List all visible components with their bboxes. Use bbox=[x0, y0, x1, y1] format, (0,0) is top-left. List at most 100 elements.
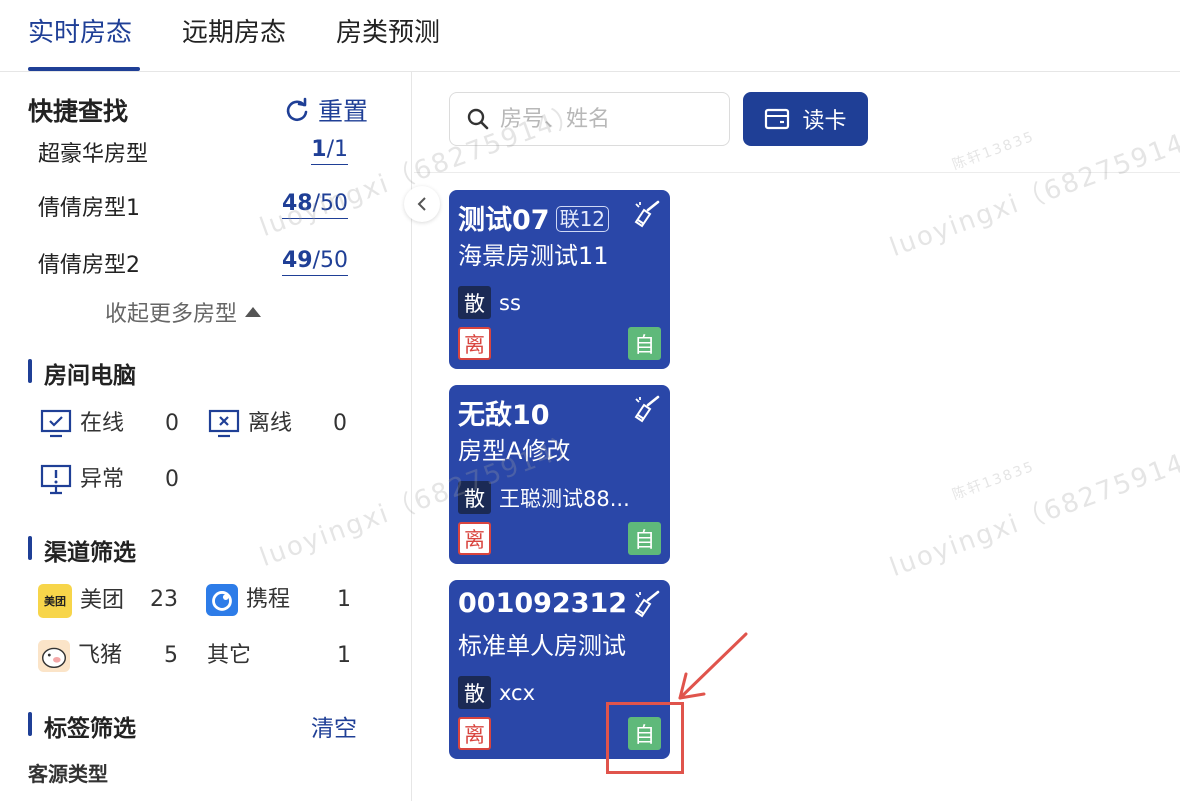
guest-name: xcx bbox=[499, 680, 536, 705]
guest-name: ss bbox=[499, 290, 521, 315]
offline-filter[interactable]: 离线 0 bbox=[208, 408, 347, 440]
abnormal-filter[interactable]: 异常 0 bbox=[40, 464, 179, 496]
room-type-name: 超豪华房型 bbox=[38, 142, 149, 167]
chevron-left-icon bbox=[417, 197, 426, 211]
room-type-name: 标准单人房测试 bbox=[458, 632, 626, 660]
channel-ctrip[interactable]: 携程 1 bbox=[206, 584, 351, 616]
watermark: 陈轩13835 bbox=[950, 458, 1038, 504]
guest-type-badge: 散 bbox=[458, 286, 491, 319]
departure-badge: 离 bbox=[458, 522, 491, 555]
quick-search-title: 快捷查找 bbox=[28, 97, 129, 126]
broom-clean-icon bbox=[634, 590, 660, 618]
clear-tags-button[interactable]: 清空 bbox=[311, 709, 357, 743]
room-type-count[interactable]: 48/50 bbox=[281, 190, 348, 219]
other-label: 其它 bbox=[207, 643, 252, 668]
self-service-badge: 自 bbox=[628, 522, 661, 555]
channel-fliggy[interactable]: 飞猪 5 bbox=[38, 640, 178, 672]
refresh-icon bbox=[286, 97, 308, 122]
search-icon bbox=[467, 108, 489, 130]
room-number: 测试07 bbox=[458, 205, 550, 236]
collapse-sidebar-button[interactable] bbox=[404, 186, 440, 222]
available-count: 1 bbox=[311, 137, 327, 162]
tag-section-title: 标签筛选 bbox=[28, 709, 136, 743]
room-type-name: 倩倩房型2 bbox=[38, 253, 140, 278]
collapse-label: 收起更多房型 bbox=[105, 302, 238, 327]
guest-type-badge: 散 bbox=[458, 676, 491, 709]
read-card-button[interactable]: 读卡 bbox=[743, 92, 868, 146]
active-tab-indicator bbox=[28, 67, 140, 71]
annotation-highlight-box bbox=[606, 702, 684, 774]
channel-other[interactable]: 其它 1 bbox=[207, 640, 351, 672]
offline-label: 离线 bbox=[248, 411, 293, 436]
meituan-count: 23 bbox=[150, 587, 178, 612]
tab-future-room-status[interactable]: 远期房态 bbox=[182, 12, 286, 49]
top-tab-bar: 实时房态 远期房态 房类预测 bbox=[0, 0, 1180, 72]
room-type-row[interactable]: 倩倩房型2 49/50 bbox=[38, 247, 358, 279]
watermark: luoyingxi（68275914） bbox=[885, 438, 1180, 584]
total-count: /1 bbox=[326, 137, 348, 162]
total-count: /50 bbox=[312, 248, 348, 273]
channel-meituan[interactable]: 美团 美团 23 bbox=[38, 584, 178, 618]
total-count: /50 bbox=[312, 191, 348, 216]
watermark: 陈轩13835 bbox=[950, 128, 1038, 174]
offline-count: 0 bbox=[333, 411, 347, 436]
room-type-name: 海景房测试11 bbox=[458, 242, 609, 270]
abnormal-count: 0 bbox=[165, 467, 179, 492]
room-number-line: 测试07 联12 bbox=[458, 198, 610, 237]
monitor-check-icon bbox=[40, 409, 72, 438]
sidebar: 快捷查找 重置 超豪华房型 1/1 倩倩房型1 48/50 倩倩房型2 49/5… bbox=[0, 72, 412, 801]
monitor-x-icon bbox=[208, 409, 240, 438]
linked-room-tag: 联12 bbox=[555, 206, 610, 232]
search-box[interactable] bbox=[449, 92, 730, 146]
broom-clean-icon bbox=[634, 395, 660, 423]
guest-type-badge: 散 bbox=[458, 481, 491, 514]
departure-badge: 离 bbox=[458, 717, 491, 750]
channel-section-title: 渠道筛选 bbox=[28, 533, 136, 567]
room-type-row[interactable]: 倩倩房型1 48/50 bbox=[38, 190, 358, 222]
ctrip-count: 1 bbox=[337, 587, 351, 612]
read-card-label: 读卡 bbox=[802, 109, 847, 134]
tab-room-type-forecast[interactable]: 房类预测 bbox=[336, 12, 440, 49]
guest-source-label: 客源类型 bbox=[28, 762, 108, 786]
tab-realtime-room-status[interactable]: 实时房态 bbox=[28, 12, 132, 49]
search-input[interactable] bbox=[500, 106, 710, 132]
card-icon bbox=[765, 108, 790, 130]
reset-button[interactable]: 重置 bbox=[284, 92, 368, 128]
fliggy-count: 5 bbox=[164, 643, 178, 668]
room-number: 001092312 bbox=[458, 588, 628, 619]
departure-badge: 离 bbox=[458, 327, 491, 360]
room-type-count[interactable]: 49/50 bbox=[281, 247, 348, 276]
main-divider bbox=[414, 172, 1180, 173]
room-type-count[interactable]: 1/1 bbox=[311, 136, 348, 165]
reset-label: 重置 bbox=[318, 97, 369, 126]
room-type-row[interactable]: 超豪华房型 1/1 bbox=[38, 136, 358, 168]
room-type-name: 房型A修改 bbox=[458, 437, 571, 465]
fliggy-logo-icon bbox=[38, 640, 70, 672]
other-count: 1 bbox=[337, 643, 351, 668]
triangle-up-icon bbox=[245, 307, 262, 317]
guest-line: 散 王聪测试88... bbox=[458, 481, 630, 514]
monitor-alert-icon bbox=[40, 464, 72, 495]
annotation-arrow-icon bbox=[678, 632, 748, 700]
available-count: 49 bbox=[281, 248, 313, 273]
ctrip-logo-icon bbox=[206, 584, 238, 616]
room-card[interactable]: 无敌10 房型A修改 散 王聪测试88... 离 自 bbox=[449, 385, 670, 564]
room-number-line: 无敌10 bbox=[458, 393, 550, 432]
room-card[interactable]: 测试07 联12 海景房测试11 散 ss 离 自 bbox=[449, 190, 670, 369]
online-count: 0 bbox=[165, 411, 179, 436]
room-number: 无敌10 bbox=[458, 400, 550, 431]
meituan-label: 美团 bbox=[80, 588, 125, 613]
online-label: 在线 bbox=[80, 411, 125, 436]
room-pc-section-title: 房间电脑 bbox=[28, 356, 136, 390]
abnormal-label: 异常 bbox=[80, 467, 125, 492]
guest-name: 王聪测试88... bbox=[499, 486, 630, 511]
guest-line: 散 ss bbox=[458, 286, 521, 319]
guest-line: 散 xcx bbox=[458, 676, 535, 709]
broom-clean-icon bbox=[634, 200, 660, 228]
collapse-room-types-button[interactable]: 收起更多房型 bbox=[105, 296, 262, 328]
meituan-logo: 美团 bbox=[38, 584, 72, 618]
available-count: 48 bbox=[281, 191, 313, 216]
fliggy-label: 飞猪 bbox=[78, 643, 123, 668]
online-filter[interactable]: 在线 0 bbox=[40, 408, 179, 440]
room-number-line: 001092312 bbox=[458, 588, 627, 619]
